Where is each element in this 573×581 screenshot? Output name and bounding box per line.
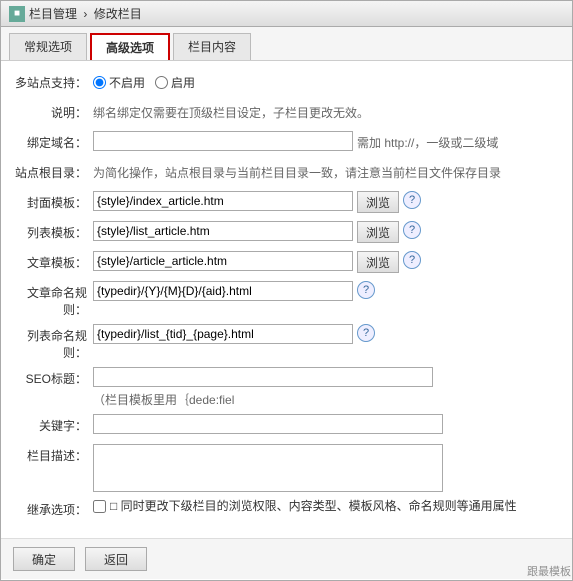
bottom-buttons: 确定 返回 xyxy=(1,538,572,579)
list-template-content: 浏览 ? xyxy=(93,221,560,243)
article-rule-help-icon[interactable]: ? xyxy=(357,281,375,299)
list-rule-row: 列表命名规则： ? xyxy=(13,324,560,361)
article-browse-button[interactable]: 浏览 xyxy=(357,251,399,273)
article-rule-label: 文章命名规则： xyxy=(13,281,93,318)
keyword-label: 关键字： xyxy=(13,414,93,434)
inherit-hint: □ 同时更改下级栏目的浏览权限、内容类型、模板风格、命名规则等通用属性 xyxy=(110,498,517,515)
multisite-row: 多站点支持： 不启用 启用 xyxy=(13,71,560,95)
inherit-option[interactable]: □ 同时更改下级栏目的浏览权限、内容类型、模板风格、命名规则等通用属性 xyxy=(93,498,517,515)
seo-label: SEO标题： xyxy=(13,367,93,387)
desc-row: 栏目描述： xyxy=(13,444,560,492)
list-rule-input[interactable] xyxy=(93,324,353,344)
list-browse-button[interactable]: 浏览 xyxy=(357,221,399,243)
note-label: 说明： xyxy=(13,101,93,121)
rootdir-row: 站点根目录： 为简化操作，站点根目录与当前栏目目录一致，请注意当前栏目文件保存目… xyxy=(13,161,560,185)
rootdir-label: 站点根目录： xyxy=(13,161,93,181)
article-rule-content: ? xyxy=(93,281,560,301)
cover-browse-button[interactable]: 浏览 xyxy=(357,191,399,213)
inherit-row: 继承选项： □ 同时更改下级栏目的浏览权限、内容类型、模板风格、命名规则等通用属… xyxy=(13,498,560,522)
article-template-label: 文章模板： xyxy=(13,251,93,271)
breadcrumb: 栏目管理 › 修改栏目 xyxy=(29,5,142,22)
rootdir-content: 为简化操作，站点根目录与当前栏目目录一致，请注意当前栏目文件保存目录 xyxy=(93,161,560,181)
inherit-checkbox[interactable] xyxy=(93,500,106,513)
inherit-content: □ 同时更改下级栏目的浏览权限、内容类型、模板风格、命名规则等通用属性 xyxy=(93,498,560,515)
cover-input[interactable] xyxy=(93,191,353,211)
desc-textarea[interactable] xyxy=(93,444,443,492)
list-help-icon[interactable]: ? xyxy=(403,221,421,239)
tab-bar: 常规选项 高级选项 栏目内容 xyxy=(1,27,572,61)
multisite-radio-group: 不启用 启用 xyxy=(93,71,195,91)
breadcrumb-part1: 栏目管理 xyxy=(29,7,77,21)
main-window: ■ 栏目管理 › 修改栏目 常规选项 高级选项 栏目内容 多站点支持： xyxy=(0,0,573,581)
tab-common[interactable]: 常规选项 xyxy=(9,33,87,60)
keyword-content xyxy=(93,414,560,434)
domain-input[interactable] xyxy=(93,131,353,151)
article-template-content: 浏览 ? xyxy=(93,251,560,273)
list-template-row: 列表模板： 浏览 ? xyxy=(13,221,560,245)
seo-row: SEO标题： （栏目模板里用｛dede:fiel xyxy=(13,367,560,408)
domain-hint: 需加 http://，一级或二级域 xyxy=(357,131,560,151)
seo-content: （栏目模板里用｛dede:fiel xyxy=(93,367,560,408)
multisite-on-label[interactable]: 启用 xyxy=(155,74,195,91)
tab-advanced[interactable]: 高级选项 xyxy=(90,33,170,60)
cover-help-icon[interactable]: ? xyxy=(403,191,421,209)
rootdir-hint: 为简化操作，站点根目录与当前栏目目录一致，请注意当前栏目文件保存目录 xyxy=(93,161,560,181)
tab-content[interactable]: 栏目内容 xyxy=(173,33,251,60)
article-rule-input[interactable] xyxy=(93,281,353,301)
back-button[interactable]: 返回 xyxy=(85,547,147,571)
multisite-off-label[interactable]: 不启用 xyxy=(93,74,145,91)
cover-label: 封面模板： xyxy=(13,191,93,211)
keyword-input[interactable] xyxy=(93,414,443,434)
form-content: 多站点支持： 不启用 启用 说明： 绑名绑定仅需要在顶级栏目设定，子栏目更 xyxy=(1,61,572,538)
article-template-row: 文章模板： 浏览 ? xyxy=(13,251,560,275)
domain-content: 需加 http://，一级或二级域 xyxy=(93,131,560,151)
watermark: 跟最模板 xyxy=(527,563,571,579)
title-bar: ■ 栏目管理 › 修改栏目 xyxy=(1,1,572,27)
domain-label: 绑定域名： xyxy=(13,131,93,151)
desc-content xyxy=(93,444,560,492)
list-rule-help-icon[interactable]: ? xyxy=(357,324,375,342)
article-rule-row: 文章命名规则： ? xyxy=(13,281,560,318)
multisite-on-text: 启用 xyxy=(171,74,195,91)
note-text: 绑名绑定仅需要在顶级栏目设定，子栏目更改无效。 xyxy=(93,101,560,121)
multisite-on-radio[interactable] xyxy=(155,76,168,89)
seo-hint: （栏目模板里用｛dede:fiel xyxy=(93,391,234,408)
window-icon: ■ xyxy=(9,6,25,22)
multisite-content: 不启用 启用 xyxy=(93,71,560,91)
desc-label: 栏目描述： xyxy=(13,444,93,464)
cover-content: 浏览 ? xyxy=(93,191,560,213)
note-content: 绑名绑定仅需要在顶级栏目设定，子栏目更改无效。 xyxy=(93,101,560,121)
note-row: 说明： 绑名绑定仅需要在顶级栏目设定，子栏目更改无效。 xyxy=(13,101,560,125)
breadcrumb-part2: 修改栏目 xyxy=(94,7,142,21)
list-rule-content: ? xyxy=(93,324,560,344)
inherit-label: 继承选项： xyxy=(13,498,93,518)
breadcrumb-sep: › xyxy=(83,7,87,21)
list-template-label: 列表模板： xyxy=(13,221,93,241)
article-template-input[interactable] xyxy=(93,251,353,271)
multisite-label: 多站点支持： xyxy=(13,71,93,91)
keyword-row: 关键字： xyxy=(13,414,560,438)
list-template-input[interactable] xyxy=(93,221,353,241)
cover-row: 封面模板： 浏览 ? xyxy=(13,191,560,215)
domain-row: 绑定域名： 需加 http://，一级或二级域 xyxy=(13,131,560,155)
multisite-off-radio[interactable] xyxy=(93,76,106,89)
list-rule-label: 列表命名规则： xyxy=(13,324,93,361)
article-help-icon[interactable]: ? xyxy=(403,251,421,269)
seo-input[interactable] xyxy=(93,367,433,387)
confirm-button[interactable]: 确定 xyxy=(13,547,75,571)
multisite-off-text: 不启用 xyxy=(109,74,145,91)
